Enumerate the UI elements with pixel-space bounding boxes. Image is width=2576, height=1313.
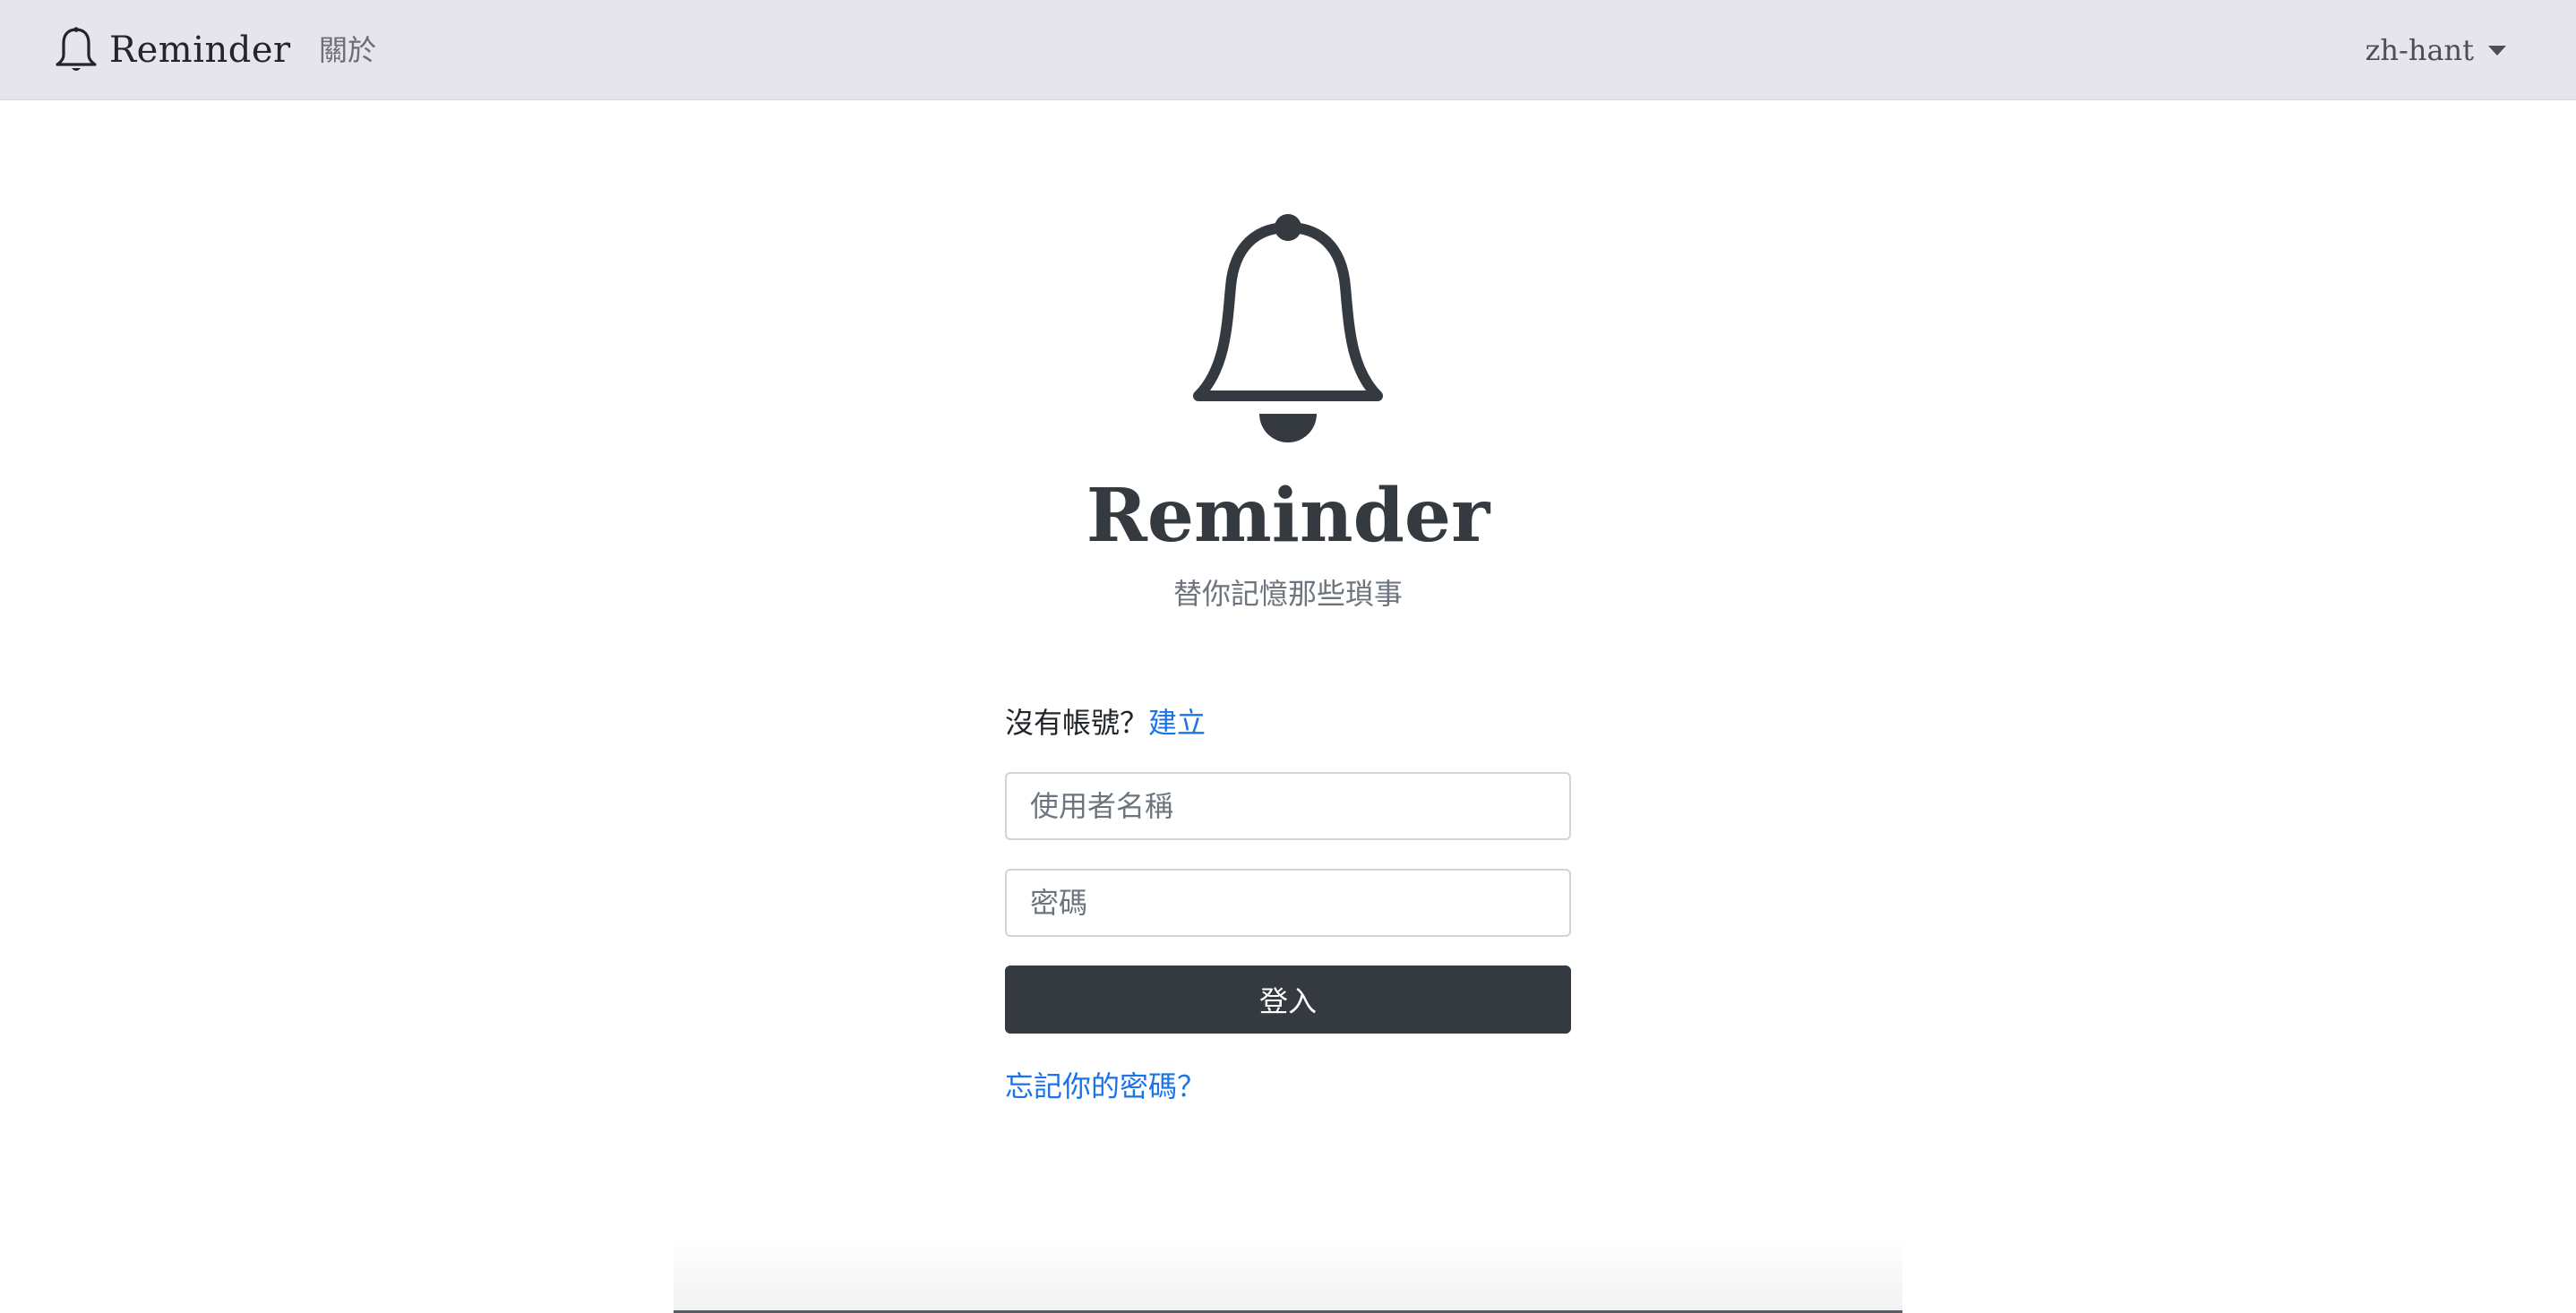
- caret-down-icon: [2488, 45, 2506, 56]
- login-button[interactable]: 登入: [1005, 965, 1571, 1034]
- language-label: zh-hant: [2365, 33, 2474, 67]
- brand-link[interactable]: Reminder: [54, 23, 291, 77]
- bottom-window-edge: [674, 1236, 1902, 1313]
- password-input[interactable]: [1005, 869, 1571, 937]
- create-account-link[interactable]: 建立: [1148, 706, 1206, 740]
- language-dropdown[interactable]: zh-hant: [2366, 27, 2506, 73]
- top-navbar: Reminder 關於 zh-hant: [0, 0, 2576, 100]
- bell-icon: [1193, 214, 1383, 442]
- signup-prompt: 沒有帳號？建立: [1005, 699, 1571, 747]
- app-tagline: 替你記憶那些瑣事: [1172, 577, 1403, 611]
- brand-name: Reminder: [109, 30, 291, 71]
- no-account-text: 沒有帳號？: [1005, 706, 1149, 740]
- nav-link-about[interactable]: 關於: [319, 27, 376, 73]
- forgot-password-link[interactable]: 忘記你的密碼？: [1005, 1066, 1571, 1107]
- app-title: Reminder: [1086, 473, 1490, 559]
- username-input[interactable]: [1005, 772, 1571, 840]
- bell-icon: [56, 27, 97, 71]
- login-form: 沒有帳號？建立 登入 忘記你的密碼？: [1005, 699, 1571, 1107]
